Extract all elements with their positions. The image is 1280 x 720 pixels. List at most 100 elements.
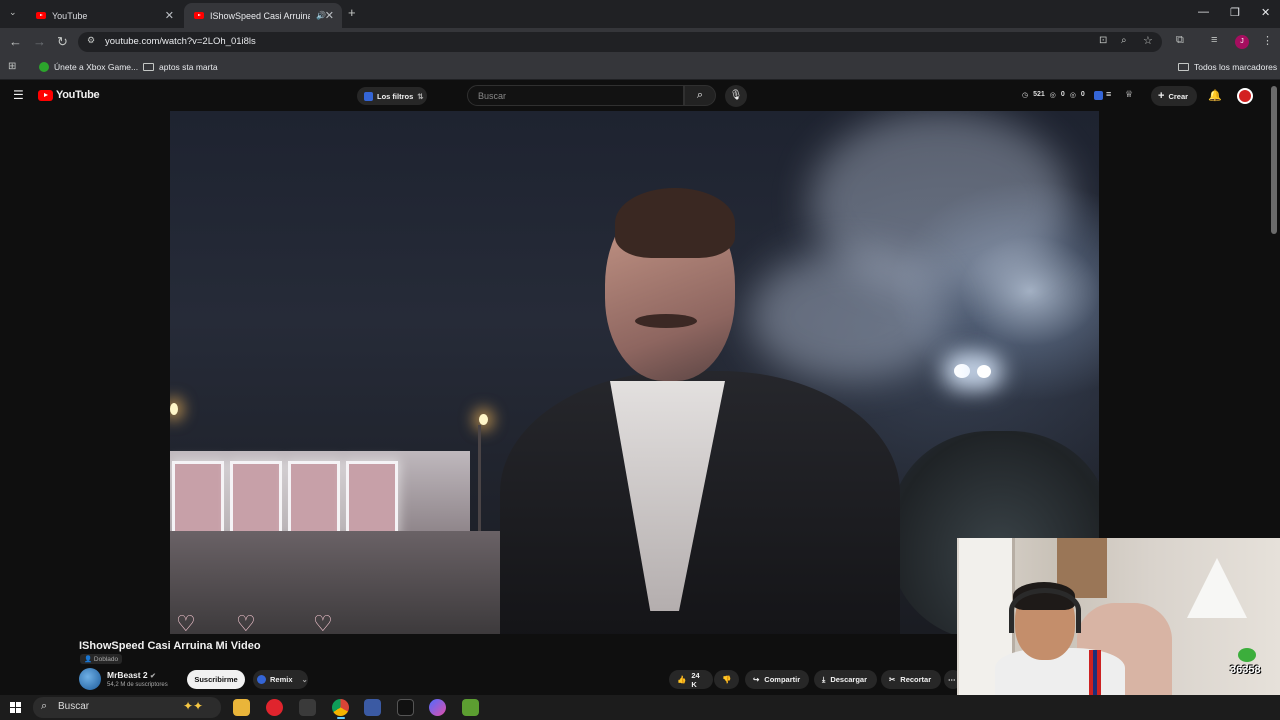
opera-icon[interactable]	[266, 699, 283, 716]
remix-button[interactable]: Remix ⌄	[253, 670, 308, 689]
hair	[615, 188, 735, 258]
share-button[interactable]: ↪ Compartir	[745, 670, 809, 689]
download-icon: ⤓	[822, 674, 826, 684]
menu-kebab-icon[interactable]: ⋮	[1262, 34, 1273, 47]
profile-avatar[interactable]: J	[1235, 35, 1249, 49]
youtube-logo[interactable]: YouTube	[38, 89, 100, 101]
search-button[interactable]: ⌕	[684, 85, 716, 106]
like-button[interactable]: 👍 24 K	[669, 670, 713, 689]
floodlight	[954, 364, 970, 378]
bookmark-label: aptos sta marta	[159, 62, 218, 72]
install-app-icon[interactable]: ⊡	[1099, 35, 1107, 46]
clip-label: Recortar	[900, 675, 932, 684]
extension-badge-icon[interactable]	[1094, 91, 1103, 100]
apps-grid-icon[interactable]: ⊞	[8, 61, 16, 72]
cam-softbox-light	[1187, 558, 1247, 618]
remix-label: Remix	[270, 675, 293, 684]
url-text[interactable]: youtube.com/watch?v=2LOh_01i8ls	[105, 36, 256, 47]
tab-youtube[interactable]: YouTube ✕	[26, 3, 182, 28]
hamburger-menu-icon[interactable]: ☰	[13, 88, 24, 102]
browser-toolbar: ← → ↻ ⚙ youtube.com/watch?v=2LOh_01i8ls …	[0, 28, 1280, 56]
xbox-icon	[39, 62, 49, 72]
site-info-icon[interactable]: ⚙	[87, 35, 95, 46]
plus-icon: +	[1158, 90, 1165, 102]
tab-current-video[interactable]: IShowSpeed Casi Arruina M 🔊 ✕	[184, 3, 342, 28]
channel-avatar[interactable]	[79, 668, 101, 690]
circle-icon: ◎	[1049, 92, 1056, 99]
filters-chip[interactable]: Los filtros ⇅	[357, 87, 427, 105]
minecraft-icon[interactable]	[462, 699, 479, 716]
share-label: Compartir	[764, 675, 801, 684]
lit-window	[172, 461, 224, 536]
thumbs-up-icon: 👍	[677, 675, 687, 684]
tab-search-chevron-icon[interactable]: ⌄	[9, 7, 17, 18]
chrome-icon[interactable]	[332, 699, 349, 716]
app-icon[interactable]	[299, 699, 316, 716]
folder-icon	[143, 63, 154, 71]
taskbar-search[interactable]: ⌕ Buscar ✦✦	[33, 697, 221, 718]
bookmark-aptos[interactable]: aptos sta marta	[143, 62, 218, 72]
new-tab-icon[interactable]: +	[348, 5, 356, 20]
bookmark-xbox[interactable]: Únete a Xbox Game...	[39, 62, 138, 72]
reload-icon[interactable]: ↻	[57, 34, 68, 50]
sparkle-icon: ✦✦	[183, 699, 204, 713]
download-button[interactable]: ⤓ Descargar	[814, 670, 877, 689]
zoom-icon[interactable]: ⌕	[1121, 35, 1127, 46]
youtube-favicon-icon	[36, 12, 46, 19]
remix-extension-icon	[257, 675, 266, 684]
lit-window	[288, 461, 340, 536]
forward-icon[interactable]: →	[33, 34, 46, 49]
extensions-icon[interactable]: ⧉	[1176, 34, 1184, 47]
clip-button[interactable]: ✂ Recortar	[881, 670, 941, 689]
download-label: Descargar	[830, 675, 868, 684]
back-icon[interactable]: ←	[9, 34, 22, 49]
lamp-post	[478, 425, 481, 545]
all-bookmarks[interactable]: Todos los marcadores	[1178, 62, 1277, 72]
capcut-icon[interactable]	[397, 699, 414, 716]
stat-a: 521	[1033, 91, 1045, 98]
floodlight	[977, 365, 991, 378]
video-title: IShowSpeed Casi Arruina Mi Video	[79, 640, 261, 652]
windows-start-icon[interactable]	[10, 702, 21, 713]
youtube-logo-text: YouTube	[56, 89, 100, 101]
create-button[interactable]: + Crear	[1151, 86, 1197, 106]
folder-icon	[1178, 63, 1189, 71]
mustache	[635, 314, 697, 328]
heart-decoration: ♡	[236, 611, 256, 634]
trophy-icon[interactable]: ♕	[1125, 89, 1133, 100]
address-bar[interactable]: ⚙ youtube.com/watch?v=2LOh_01i8ls ⊡ ⌕ ☆	[78, 32, 1162, 52]
dubbed-badge: 👤 Doblado	[80, 654, 123, 664]
street-lamp	[170, 403, 178, 415]
dislike-button[interactable]: 👎	[714, 670, 739, 689]
bookmark-star-icon[interactable]: ☆	[1143, 34, 1153, 47]
create-label: Crear	[1168, 91, 1189, 101]
account-avatar[interactable]	[1237, 88, 1253, 104]
restore-icon[interactable]: ❐	[1230, 6, 1240, 19]
person-icon: 👤	[84, 656, 93, 663]
search-input[interactable]: Buscar	[467, 85, 684, 106]
close-icon[interactable]: ✕	[325, 9, 334, 22]
minimize-icon[interactable]: —	[1198, 6, 1209, 18]
lit-window	[230, 461, 282, 536]
page-scrollbar[interactable]	[1271, 86, 1277, 234]
subscribe-button[interactable]: Suscribirme	[187, 670, 245, 689]
messenger-icon[interactable]	[429, 699, 446, 716]
youtube-favicon-icon	[194, 12, 204, 19]
channel-name[interactable]: MrBeast 2 ✔	[107, 670, 156, 680]
app-icon[interactable]	[364, 699, 381, 716]
file-explorer-icon[interactable]	[233, 699, 250, 716]
close-window-icon[interactable]: ✕	[1261, 6, 1270, 19]
scissors-icon: ✂	[889, 675, 896, 684]
share-icon: ↪	[753, 675, 760, 684]
thumbs-down-icon: 👎	[722, 675, 732, 684]
notifications-bell-icon[interactable]: 🔔	[1208, 89, 1222, 102]
list-icon[interactable]: ≡	[1106, 89, 1111, 99]
voice-search-button[interactable]: 🎙	[725, 85, 747, 107]
reading-list-icon[interactable]: ≡	[1211, 34, 1217, 46]
search-icon: ⌕	[696, 89, 704, 101]
heart-decoration: ♡	[313, 611, 333, 634]
overlay-score: 36358	[1230, 664, 1261, 676]
extension-stats[interactable]: ◷ 521 ◎ 0 ◎ 0	[1022, 91, 1085, 99]
channel-name-text: MrBeast 2	[107, 670, 148, 680]
close-icon[interactable]: ✕	[165, 9, 174, 22]
